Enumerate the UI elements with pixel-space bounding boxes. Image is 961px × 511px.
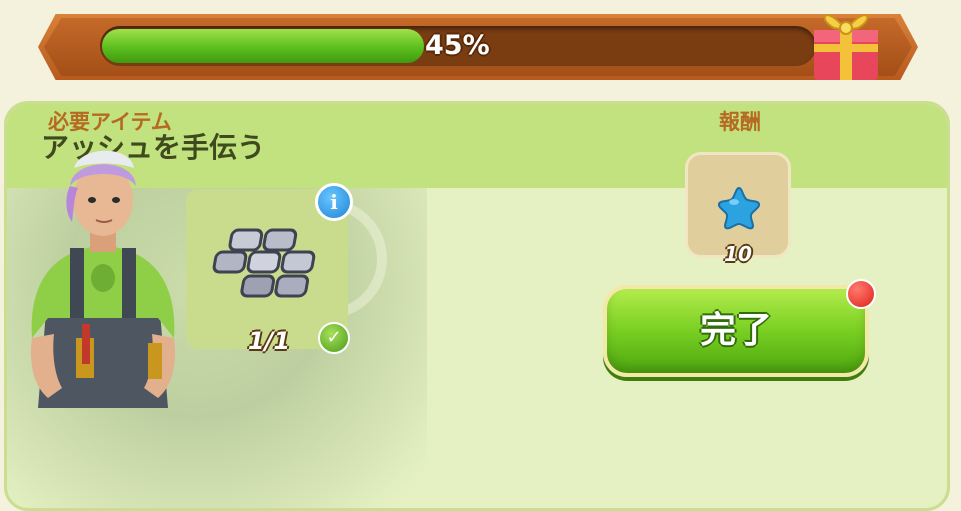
item-info-button[interactable]: i bbox=[315, 183, 353, 221]
required-items-label: 必要アイテム bbox=[48, 110, 172, 134]
complete-button-label: 完了 bbox=[699, 310, 772, 351]
rewards-label: 報酬 bbox=[719, 110, 761, 134]
notification-dot bbox=[846, 279, 876, 309]
complete-button[interactable]: 完了 bbox=[603, 285, 869, 377]
reward-amount: 10 bbox=[724, 242, 752, 266]
progress-fill bbox=[102, 29, 425, 63]
character-ash bbox=[30, 150, 176, 408]
blue-star-icon bbox=[717, 186, 761, 230]
stone-tiles-icon bbox=[212, 228, 316, 298]
required-item-count: 1/1 bbox=[247, 327, 291, 355]
gift-box-icon[interactable] bbox=[806, 0, 886, 84]
checkmark-icon: ✓ bbox=[318, 322, 350, 354]
progress-percent: 45% bbox=[425, 30, 490, 61]
